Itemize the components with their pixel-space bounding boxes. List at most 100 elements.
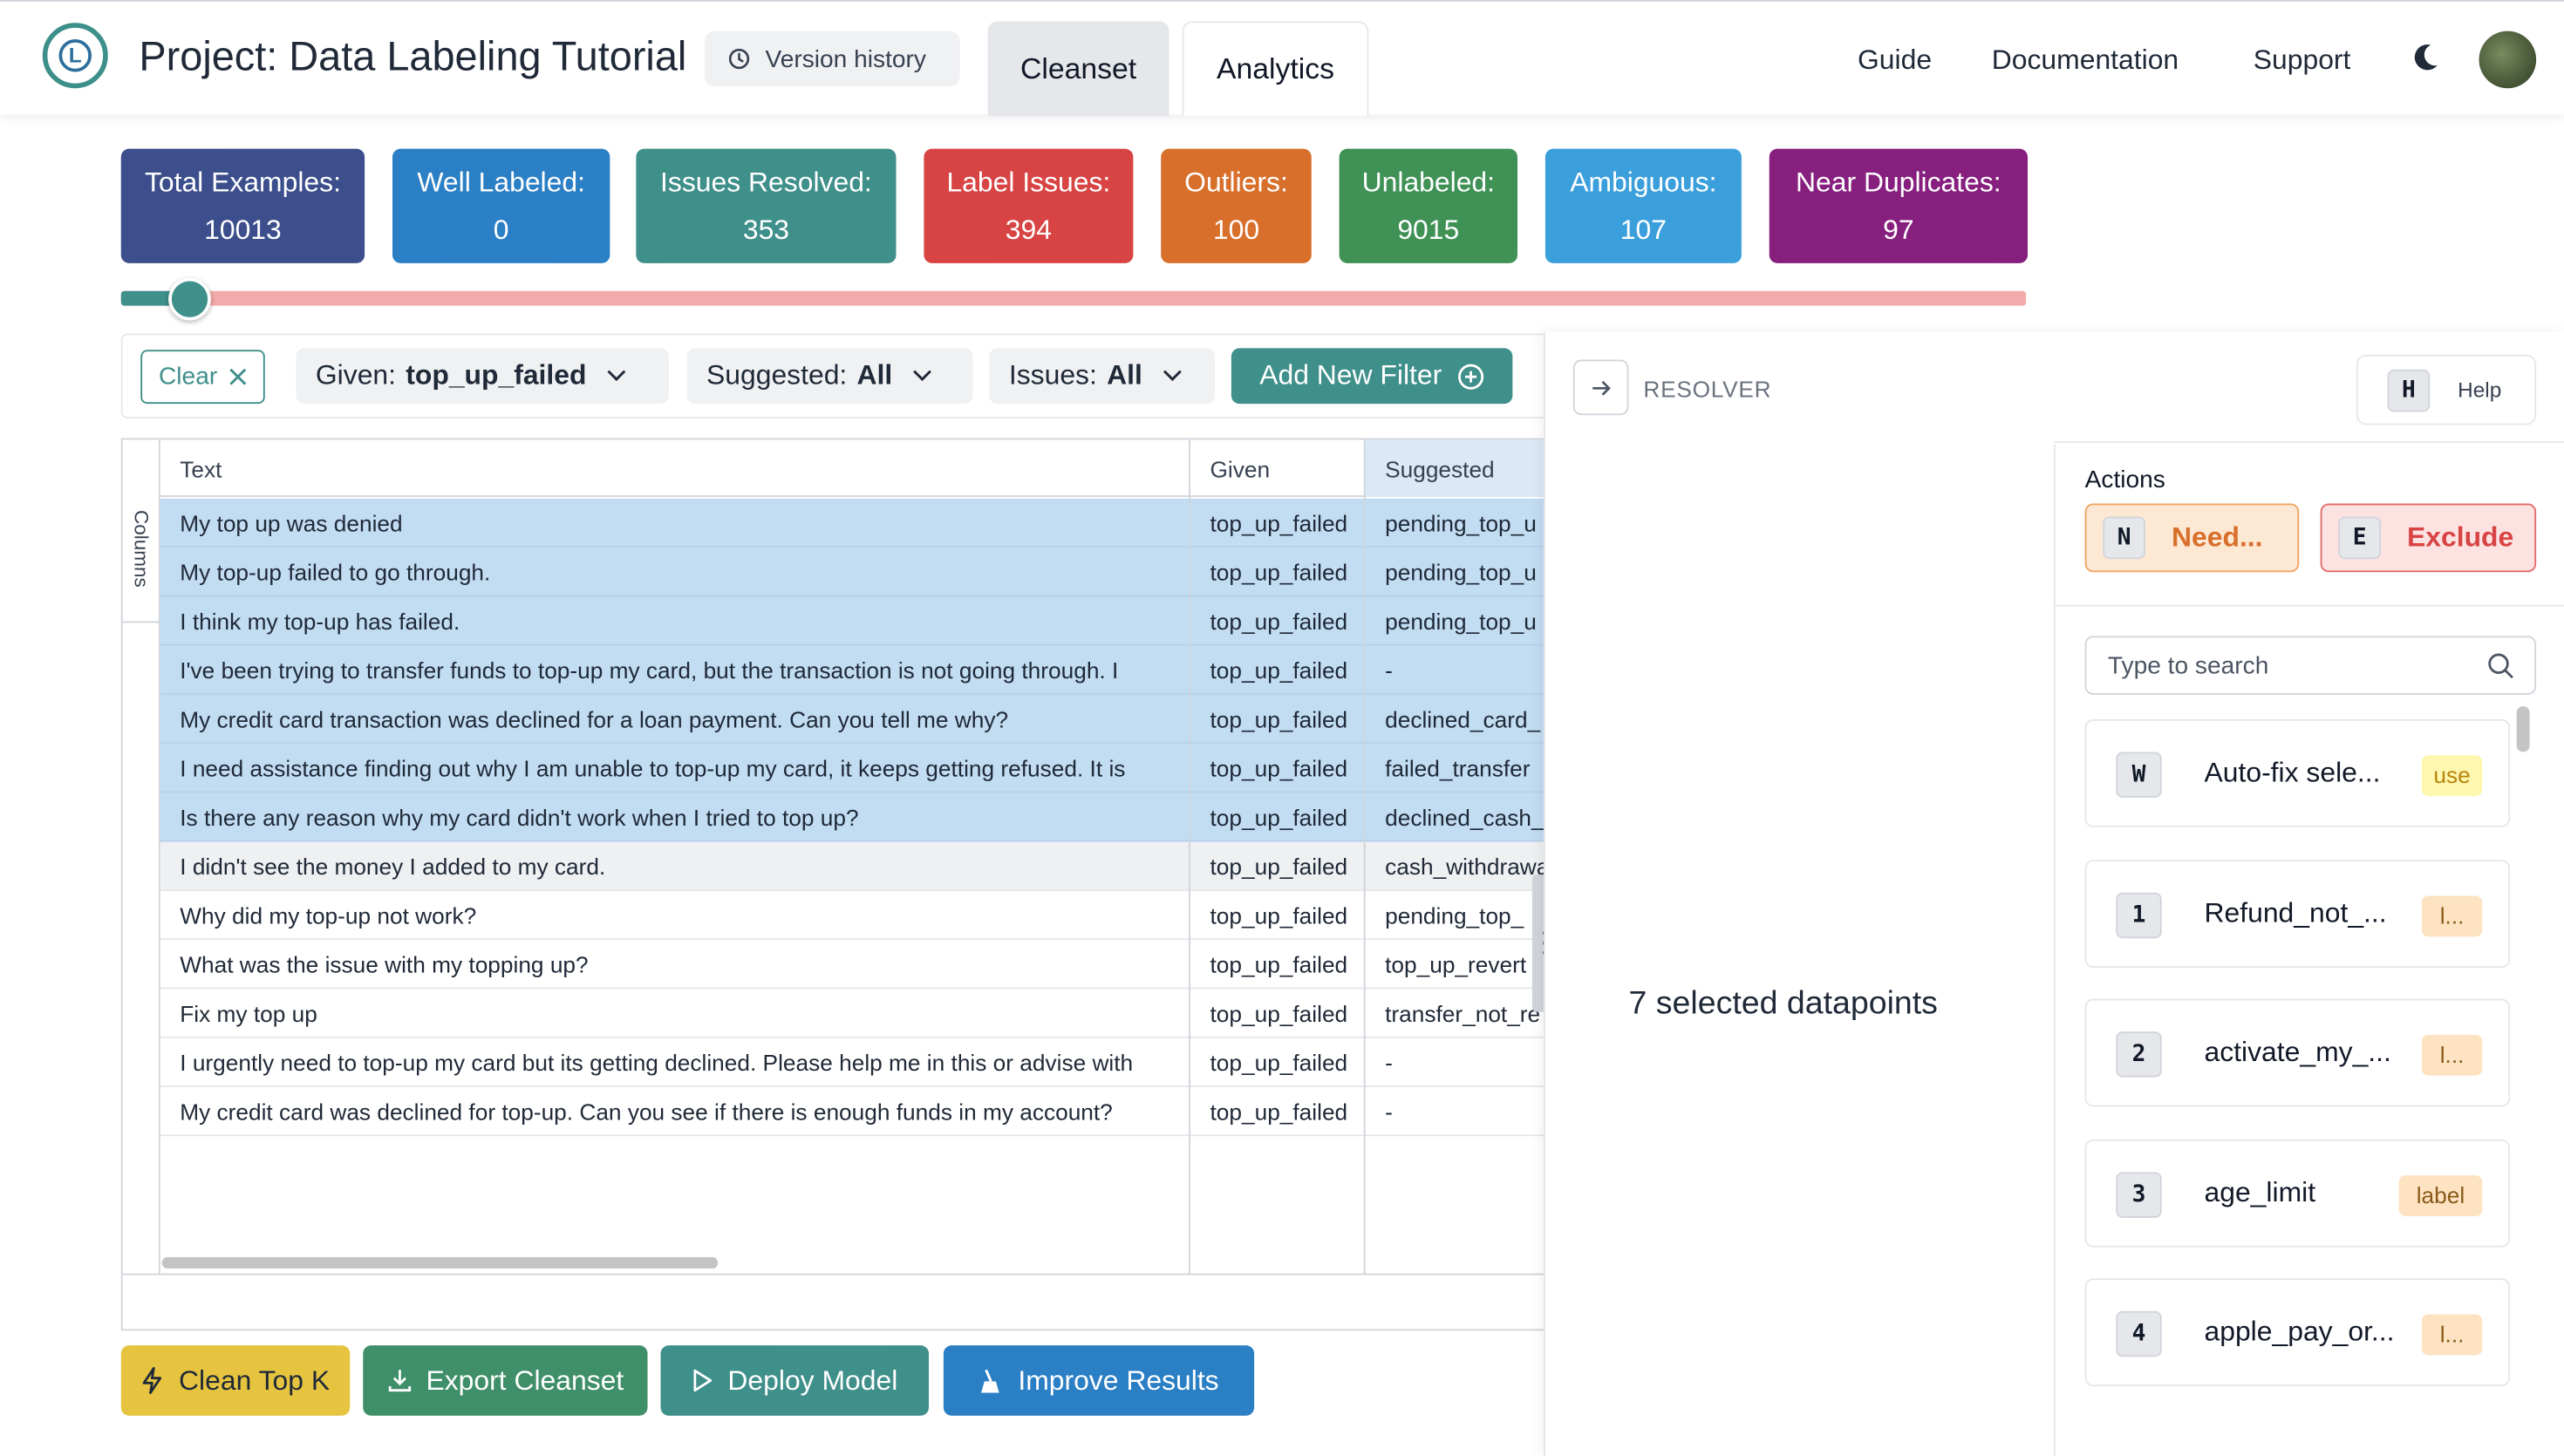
label-option[interactable]: 2 activate_my_... l... [2084,998,2511,1107]
columns-rail: Columns [122,439,160,1276]
improve-results-button[interactable]: Improve Results [943,1345,1255,1416]
cell-given[interactable]: top_up_failed [1190,793,1366,841]
table-row[interactable]: I've been trying to transfer funds to to… [160,645,1558,695]
given-filter-dropdown[interactable]: Given: top_up_failed [296,348,669,405]
cell-text[interactable]: I think my top-up has failed. [160,596,1190,645]
cell-suggested[interactable]: cash_withdrawa [1366,842,1558,891]
table-row[interactable]: Why did my top-up not work? top_up_failed… [160,891,1558,941]
cell-given[interactable]: top_up_failed [1190,744,1366,793]
add-new-filter-button[interactable]: Add New Filter [1231,348,1513,405]
help-button[interactable]: H Help [2356,354,2537,425]
columns-label: Columns [130,509,153,588]
user-avatar[interactable] [2479,31,2537,89]
columns-toggle[interactable]: Columns [122,476,160,623]
cell-text[interactable]: What was the issue with my topping up? [160,940,1190,989]
cell-given[interactable]: top_up_failed [1190,1038,1366,1087]
clean-top-k-label: Clean Top K [179,1364,331,1396]
cell-suggested[interactable]: pending_top_u [1366,596,1558,645]
cell-suggested[interactable]: pending_top_u [1366,499,1558,548]
stat-near-duplicates[interactable]: Near Duplicates: 97 [1769,148,2028,263]
cell-given[interactable]: top_up_failed [1190,695,1366,744]
cell-text[interactable]: My credit card transaction was declined … [160,695,1190,744]
clear-filters-button[interactable]: Clear [140,350,265,405]
cell-given[interactable]: top_up_failed [1190,596,1366,645]
cell-suggested[interactable]: - [1366,646,1558,695]
cell-suggested[interactable]: transfer_not_re [1366,989,1558,1038]
clean-top-k-button[interactable]: Clean Top K [120,1345,351,1416]
cell-text[interactable]: Why did my top-up not work? [160,891,1190,940]
cell-given[interactable]: top_up_failed [1190,548,1366,596]
label-option[interactable]: 1 Refund_not_... l... [2084,860,2511,968]
cell-given[interactable]: top_up_failed [1190,499,1366,548]
cell-text[interactable]: Is there any reason why my card didn't w… [160,793,1190,841]
cell-given[interactable]: top_up_failed [1190,940,1366,989]
stat-well-labeled[interactable]: Well Labeled: 0 [392,148,610,263]
label-option[interactable]: 4 apple_pay_or... l... [2084,1278,2511,1386]
issues-filter-dropdown[interactable]: Issues: All [989,348,1216,405]
table-row[interactable]: My credit card was declined for top-up. … [160,1087,1558,1137]
horizontal-scrollbar[interactable] [161,1256,719,1269]
moon-icon[interactable] [2409,41,2442,74]
cell-given[interactable]: top_up_failed [1190,1087,1366,1136]
table-row[interactable]: I need assistance finding out why I am u… [160,744,1558,793]
header-text[interactable]: Text [160,439,1190,497]
table-row[interactable]: I urgently need to top-up my card but it… [160,1038,1558,1087]
cell-suggested[interactable]: - [1366,1038,1558,1087]
cell-text[interactable]: My credit card was declined for top-up. … [160,1087,1190,1136]
label-option[interactable]: W Auto-fix sele... use [2084,719,2511,827]
table-row[interactable]: Fix my top up top_up_failed transfer_not_r… [160,989,1558,1038]
cell-text[interactable]: Fix my top up [160,989,1190,1038]
table-row[interactable]: What was the issue with my topping up? to… [160,940,1558,990]
stat-issues-resolved[interactable]: Issues Resolved: 353 [636,148,897,263]
header-given[interactable]: Given [1190,439,1366,497]
table-row[interactable]: I think my top-up has failed. top_up_fail… [160,596,1558,646]
suggested-filter-label: Suggested: [706,359,848,391]
cell-suggested[interactable]: declined_card_ [1366,695,1558,744]
tab-analytics[interactable]: Analytics [1182,21,1369,117]
stat-label: Unlabeled: [1361,167,1496,198]
cell-suggested[interactable]: - [1366,1087,1558,1136]
cell-suggested[interactable]: failed_transfer [1366,744,1558,793]
header-suggested[interactable]: Suggested [1365,439,1558,497]
cell-given[interactable]: top_up_failed [1190,842,1366,891]
cell-text[interactable]: My top up was denied [160,499,1190,548]
need-action-button[interactable]: N Need... [2084,503,2300,573]
cleanlab-logo[interactable]: L [42,23,108,89]
cell-text[interactable]: I've been trying to transfer funds to to… [160,646,1190,695]
stat-total-examples[interactable]: Total Examples: 10013 [120,148,365,263]
cell-suggested[interactable]: top_up_revert [1366,940,1558,989]
cell-text[interactable]: I didn't see the money I added to my car… [160,842,1190,891]
nav-guide[interactable]: Guide [1858,44,1932,78]
label-list-scrollbar[interactable] [2516,706,2530,752]
version-history-button[interactable]: Version history [705,31,960,87]
nav-support[interactable]: Support [2254,44,2351,78]
cell-suggested[interactable]: pending_top_ [1366,891,1558,940]
collapse-resolver-button[interactable] [1572,359,1629,416]
stat-outliers[interactable]: Outliers: 100 [1161,148,1312,263]
cell-text[interactable]: My top-up failed to go through. [160,548,1190,596]
table-row[interactable]: My credit card transaction was declined … [160,694,1558,745]
deploy-model-button[interactable]: Deploy Model [660,1345,929,1416]
cell-text[interactable]: I need assistance finding out why I am u… [160,744,1190,793]
stat-ambiguous[interactable]: Ambiguous: 107 [1545,148,1742,263]
label-option[interactable]: 3 age_limit label [2084,1139,2511,1248]
table-row[interactable]: I didn't see the money I added to my car… [160,841,1558,891]
stat-label-issues[interactable]: Label Issues: 394 [924,148,1134,263]
nav-documentation[interactable]: Documentation [1992,44,2179,78]
table-row[interactable]: Is there any reason why my card didn't w… [160,793,1558,842]
actions-heading: Actions [2084,466,2165,494]
tab-cleanset[interactable]: Cleanset [987,21,1169,117]
table-row[interactable]: My top-up failed to go through. top_up_fa… [160,548,1558,597]
table-row[interactable]: My top up was denied top_up_failed pending… [160,498,1558,548]
cell-given[interactable]: top_up_failed [1190,989,1366,1038]
cell-given[interactable]: top_up_failed [1190,891,1366,940]
stat-unlabeled[interactable]: Unlabeled: 9015 [1339,148,1517,263]
exclude-action-button[interactable]: E Exclude [2320,503,2537,573]
cell-suggested[interactable]: pending_top_u [1366,548,1558,596]
export-cleanset-button[interactable]: Export Cleanset [363,1345,648,1416]
cell-suggested[interactable]: declined_cash_ [1366,793,1558,841]
suggested-filter-dropdown[interactable]: Suggested: All [686,348,973,405]
cell-text[interactable]: I urgently need to top-up my card but it… [160,1038,1190,1087]
label-search-input[interactable]: Type to search [2084,636,2537,695]
cell-given[interactable]: top_up_failed [1190,646,1366,695]
